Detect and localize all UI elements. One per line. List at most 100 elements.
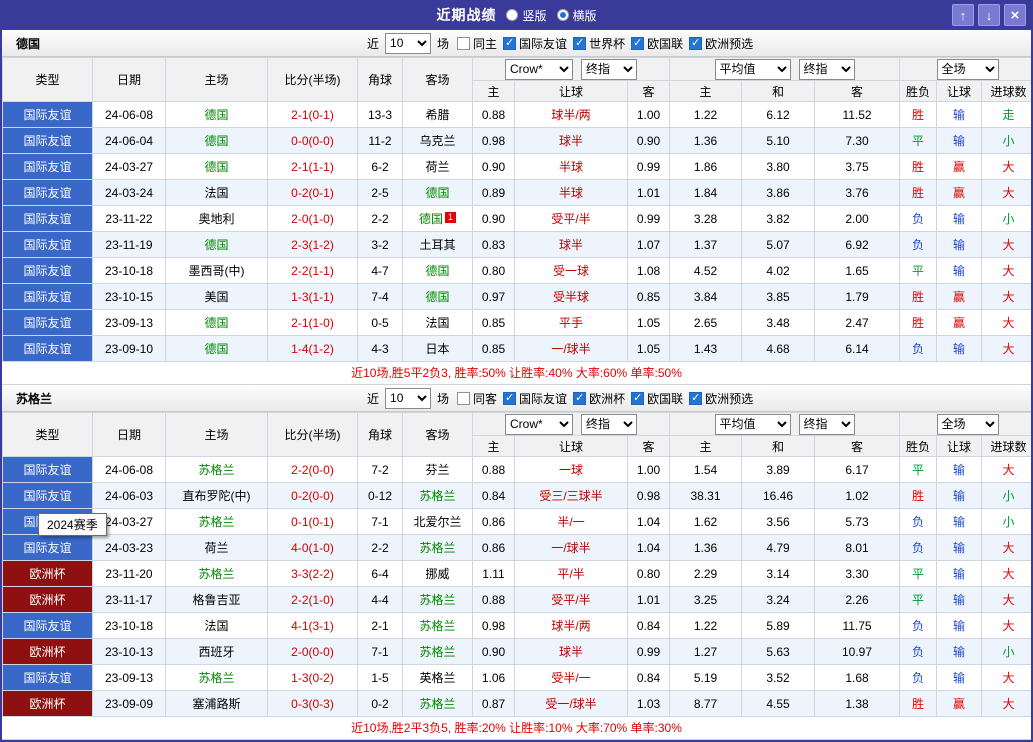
result-handicap: 赢	[937, 284, 982, 310]
move-up-button[interactable]: ↑	[952, 4, 974, 26]
result-wdl: 负	[900, 535, 937, 561]
home-team-cell: 直布罗陀(中)	[166, 483, 268, 509]
euro-time-select[interactable]: 终指	[799, 414, 855, 435]
away-team-name: 德国	[425, 186, 449, 200]
asian-home-odds: 0.86	[473, 535, 515, 561]
asian-home-odds: 0.88	[473, 457, 515, 483]
euro-source-select[interactable]: 平均值	[715, 59, 791, 80]
result-goals: 小	[982, 483, 1033, 509]
away-team-cell: 苏格兰	[403, 483, 473, 509]
checkbox-label: 欧洲预选	[705, 390, 753, 407]
checkbox-icon[interactable]	[573, 392, 586, 405]
filter-世界杯[interactable]: 世界杯	[573, 35, 625, 52]
home-team-cell: 墨西哥(中)	[166, 258, 268, 284]
corner-cell: 11-2	[358, 128, 403, 154]
bookmaker-select[interactable]: Crow*	[505, 414, 573, 435]
filter-欧国联[interactable]: 欧国联	[631, 35, 683, 52]
result-handicap: 输	[937, 587, 982, 613]
asian-handicap: 一球	[515, 457, 628, 483]
asian-away-odds: 1.08	[628, 258, 670, 284]
asian-time-select[interactable]: 终指	[581, 59, 637, 80]
result-handicap: 输	[937, 258, 982, 284]
filter-国际友谊[interactable]: 国际友谊	[503, 35, 567, 52]
scope-select[interactable]: 全场	[937, 59, 999, 80]
euro-time-select[interactable]: 终指	[799, 59, 855, 80]
filter-欧洲预选[interactable]: 欧洲预选	[689, 390, 753, 407]
checkbox-icon[interactable]	[503, 37, 516, 50]
match-count-select[interactable]: 10	[385, 33, 431, 54]
layout-radio-vertical[interactable]: 竖版	[506, 7, 546, 24]
away-team-cell: 苏格兰	[403, 535, 473, 561]
result-wdl: 胜	[900, 102, 937, 128]
bookmaker-select[interactable]: Crow*	[505, 59, 573, 80]
asian-handicap: 受三/三球半	[515, 483, 628, 509]
radio-icon[interactable]	[506, 9, 518, 21]
asian-handicap: 受一球	[515, 258, 628, 284]
asian-away-odds: 1.01	[628, 180, 670, 206]
asian-handicap: 球半	[515, 639, 628, 665]
match-type: 国际友谊	[3, 180, 93, 206]
match-date: 24-06-04	[93, 128, 166, 154]
euro-source-select[interactable]: 平均值	[715, 414, 791, 435]
checkbox-icon[interactable]	[631, 392, 644, 405]
result-goals: 小	[982, 639, 1033, 665]
scope-select-cell: 全场	[900, 58, 1033, 81]
home-team-cell: 美国	[166, 284, 268, 310]
match-date: 24-06-08	[93, 457, 166, 483]
filter-欧洲杯[interactable]: 欧洲杯	[573, 390, 625, 407]
euro-draw-odds: 5.10	[742, 128, 815, 154]
away-team-cell: 挪威	[403, 561, 473, 587]
asian-away-odds: 0.98	[628, 483, 670, 509]
checkbox-label: 欧洲预选	[705, 35, 753, 52]
home-team-name: 苏格兰	[198, 515, 234, 529]
result-goals: 大	[982, 336, 1033, 362]
recent-results-window: 近期战绩 竖版 横版 ↑ ↓ × 德国近10场同主国际友谊世界杯欧国联欧洲预选类…	[0, 0, 1033, 742]
asian-away-odds: 1.01	[628, 587, 670, 613]
away-team-cell: 苏格兰	[403, 691, 473, 717]
euro-draw-odds: 5.63	[742, 639, 815, 665]
asian-home-odds: 0.85	[473, 336, 515, 362]
result-wdl: 平	[900, 258, 937, 284]
match-row: 国际友谊23-10-15美国1-3(1-1)7-4德国0.97受半球0.853.…	[3, 284, 1033, 310]
col-header-score: 比分(半场)	[268, 58, 358, 102]
move-down-button[interactable]: ↓	[978, 4, 1000, 26]
home-team-cell: 苏格兰	[166, 457, 268, 483]
checkbox-icon[interactable]	[631, 37, 644, 50]
asian-home-odds: 0.97	[473, 284, 515, 310]
asian-handicap: 半球	[515, 154, 628, 180]
radio-icon[interactable]	[557, 9, 569, 21]
match-date: 23-11-19	[93, 232, 166, 258]
score-cell: 2-2(1-1)	[268, 258, 358, 284]
euro-away-odds: 3.75	[815, 154, 900, 180]
score-cell: 2-3(1-2)	[268, 232, 358, 258]
home-team-name: 德国	[204, 342, 228, 356]
filter-欧洲预选[interactable]: 欧洲预选	[689, 35, 753, 52]
checkbox-icon[interactable]	[689, 37, 702, 50]
checkbox-icon[interactable]	[457, 37, 470, 50]
checkbox-icon[interactable]	[689, 392, 702, 405]
match-row: 欧洲杯23-10-13西班牙2-0(0-0)7-1苏格兰0.90球半0.991.…	[3, 639, 1033, 665]
filter-同主[interactable]: 同主	[457, 35, 497, 52]
season-tooltip: 2024赛季	[38, 513, 107, 536]
match-type: 国际友谊	[3, 232, 93, 258]
filter-同客[interactable]: 同客	[457, 390, 497, 407]
match-type: 欧洲杯	[3, 639, 93, 665]
asian-handicap: 平手	[515, 310, 628, 336]
match-row: 国际友谊23-11-19德国2-3(1-2)3-2土耳其0.83球半1.071.…	[3, 232, 1033, 258]
home-team-name: 德国	[204, 134, 228, 148]
layout-radio-horizontal[interactable]: 横版	[557, 7, 597, 24]
euro-away-odds: 3.30	[815, 561, 900, 587]
close-button[interactable]: ×	[1004, 4, 1026, 26]
score-cell: 1-4(1-2)	[268, 336, 358, 362]
match-count-select[interactable]: 10	[385, 388, 431, 409]
filter-国际友谊[interactable]: 国际友谊	[503, 390, 567, 407]
filter-欧国联[interactable]: 欧国联	[631, 390, 683, 407]
checkbox-icon[interactable]	[457, 392, 470, 405]
checkbox-icon[interactable]	[503, 392, 516, 405]
asian-time-select[interactable]: 终指	[581, 414, 637, 435]
checkbox-icon[interactable]	[573, 37, 586, 50]
scope-select[interactable]: 全场	[937, 414, 999, 435]
result-wdl: 负	[900, 232, 937, 258]
match-date: 23-11-17	[93, 587, 166, 613]
col-header-euro-home: 主	[670, 81, 742, 102]
